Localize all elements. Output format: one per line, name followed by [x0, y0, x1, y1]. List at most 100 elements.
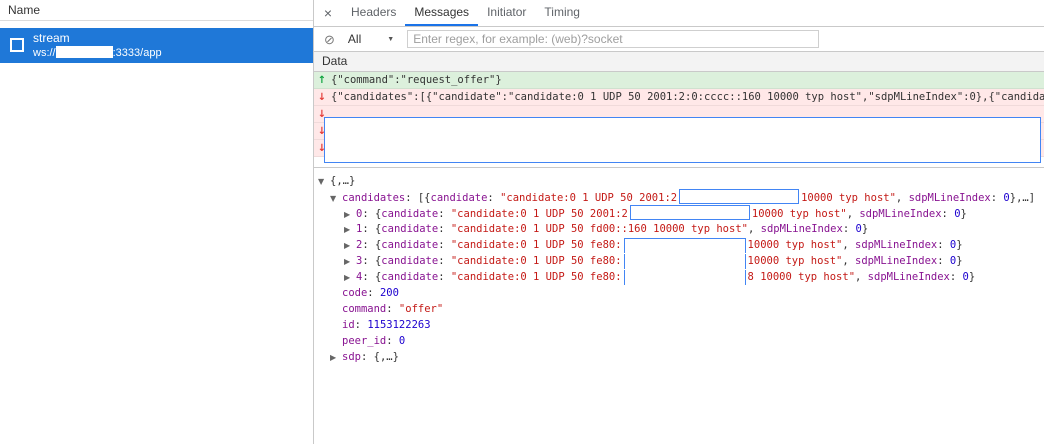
- json-punct: ,: [748, 223, 761, 235]
- json-key: sdpMLineIndex: [859, 208, 941, 220]
- json-string: 8 10000 typ host": [748, 271, 855, 283]
- json-punct: :: [950, 271, 963, 283]
- json-punct: : {: [362, 255, 381, 267]
- json-key: sdpMLineIndex: [855, 255, 937, 267]
- tree-node-candidates[interactable]: ▼candidates: [{candidate: "candidate:0 1…: [314, 189, 1044, 205]
- websocket-request-row[interactable]: stream ws:// :3333/app: [0, 28, 313, 63]
- json-punct: :: [937, 239, 950, 251]
- arrow-up-icon: ↑: [317, 75, 327, 86]
- json-key: candidate: [381, 271, 438, 283]
- json-string: 10000 typ host": [748, 239, 843, 251]
- tab-headers[interactable]: Headers: [342, 0, 405, 26]
- json-punct: :: [487, 192, 500, 204]
- json-string: "candidate:0 1 UDP 50 fe80:: [451, 255, 622, 267]
- json-key: sdpMLineIndex: [868, 271, 950, 283]
- json-punct: :: [438, 255, 451, 267]
- request-details-panel: × Headers Messages Initiator Timing ⊘ Al…: [314, 0, 1044, 444]
- json-key: id: [342, 319, 355, 331]
- message-row-sent[interactable]: ↑ {"command":"request_offer"}: [314, 72, 1044, 89]
- tree-field-peer-id: peer_id: 0: [314, 333, 1044, 349]
- close-icon[interactable]: ×: [314, 0, 342, 26]
- tab-messages[interactable]: Messages: [405, 0, 478, 26]
- json-string: "candidate:0 1 UDP 50 2001:2: [451, 208, 628, 220]
- regex-filter-input[interactable]: [407, 30, 819, 48]
- json-string: "candidate:0 1 UDP 50 fe80:: [451, 271, 622, 283]
- details-tab-bar: × Headers Messages Initiator Timing: [314, 0, 1044, 27]
- expand-arrow-icon[interactable]: ▶: [344, 254, 356, 269]
- json-punct: :: [438, 271, 451, 283]
- request-url-scheme: ws://: [33, 47, 56, 59]
- request-url: ws:// :3333/app: [33, 46, 162, 59]
- websocket-resource-icon: [10, 38, 24, 52]
- arrow-down-icon: ↓: [317, 92, 327, 103]
- tree-field-id: id: 1153122263: [314, 317, 1044, 333]
- name-column-header[interactable]: Name: [0, 0, 313, 21]
- message-filter-bar: ⊘ All ▼: [314, 27, 1044, 52]
- tree-item-3[interactable]: ▶3: {candidate: "candidate:0 1 UDP 50 fe…: [314, 253, 1044, 269]
- request-list-panel: Name stream ws:// :3333/app: [0, 0, 314, 444]
- json-number: 0: [399, 335, 405, 347]
- json-punct: :: [843, 223, 856, 235]
- message-payload: {"candidates":[{"candidate":"candidate:0…: [331, 91, 1044, 103]
- tab-timing[interactable]: Timing: [535, 0, 589, 26]
- tree-item-4[interactable]: ▶4: {candidate: "candidate:0 1 UDP 50 fe…: [314, 269, 1044, 285]
- request-url-port-path: :3333/app: [113, 47, 162, 59]
- direction-filter-dropdown[interactable]: All: [348, 32, 361, 46]
- json-punct: :: [367, 287, 380, 299]
- redaction-box: [624, 270, 746, 285]
- json-string: "candidate:0 1 UDP 50 fe80:: [451, 239, 622, 251]
- chevron-down-icon[interactable]: ▼: [387, 36, 394, 43]
- json-key: sdpMLineIndex: [855, 239, 937, 251]
- json-punct: },…]: [1010, 192, 1035, 204]
- json-punct: :: [361, 351, 374, 363]
- json-key: code: [342, 287, 367, 299]
- tab-initiator[interactable]: Initiator: [478, 0, 535, 26]
- tree-field-code: code: 200: [314, 285, 1044, 301]
- tree-root[interactable]: ▼{,…}: [314, 173, 1044, 189]
- expand-arrow-icon[interactable]: ▶: [344, 238, 356, 253]
- json-punct: ,: [855, 271, 868, 283]
- json-punct: : {: [362, 271, 381, 283]
- tree-item-2[interactable]: ▶2: {candidate: "candidate:0 1 UDP 50 fe…: [314, 237, 1044, 253]
- expand-arrow-icon[interactable]: ▼: [330, 191, 342, 205]
- expand-arrow-icon[interactable]: ▶: [344, 270, 356, 285]
- json-punct: ,: [842, 255, 855, 267]
- expand-arrow-icon[interactable]: ▶: [330, 350, 342, 365]
- redaction-box: [56, 46, 113, 58]
- json-key: sdpMLineIndex: [909, 192, 991, 204]
- json-key: command: [342, 303, 386, 315]
- message-row-received[interactable]: ↓ {"candidates":[{"candidate":"candidate…: [314, 89, 1044, 106]
- json-string: "candidate:0 1 UDP 50 2001:2: [500, 192, 677, 204]
- json-punct: }: [862, 223, 868, 235]
- json-key: peer_id: [342, 335, 386, 347]
- json-key: candidate: [431, 192, 488, 204]
- tree-node-sdp[interactable]: ▶sdp: {,…}: [314, 349, 1044, 365]
- block-icon[interactable]: ⊘: [324, 33, 335, 46]
- redaction-box: [630, 205, 750, 220]
- json-key: candidates: [342, 192, 405, 204]
- request-name: stream: [33, 31, 70, 45]
- json-string: "offer": [399, 303, 443, 315]
- tree-item-0[interactable]: ▶0: {candidate: "candidate:0 1 UDP 50 20…: [314, 205, 1044, 221]
- json-punct: : {: [362, 208, 381, 220]
- expand-arrow-icon[interactable]: ▶: [344, 207, 356, 221]
- devtools-network-panel: Name stream ws:// :3333/app × Headers Mes…: [0, 0, 1044, 444]
- json-punct: :: [438, 223, 451, 235]
- json-key: sdp: [342, 351, 361, 363]
- json-key: candidate: [381, 223, 438, 235]
- expand-arrow-icon[interactable]: ▶: [344, 222, 356, 237]
- data-column-header: Data: [314, 52, 1044, 72]
- json-string: 10000 typ host": [748, 255, 843, 267]
- json-key: candidate: [381, 255, 438, 267]
- tree-field-command: command: "offer": [314, 301, 1044, 317]
- tree-item-1[interactable]: ▶1: {candidate: "candidate:0 1 UDP 50 fd…: [314, 221, 1044, 237]
- json-punct: ,: [847, 208, 860, 220]
- json-punct: ,: [896, 192, 909, 204]
- message-payload: {"command":"request_offer"}: [331, 74, 1044, 86]
- json-punct: : [{: [405, 192, 430, 204]
- message-json-tree: ▼{,…} ▼candidates: [{candidate: "candida…: [314, 168, 1044, 365]
- json-punct: : {: [362, 239, 381, 251]
- json-punct: :: [355, 319, 368, 331]
- json-key: sdpMLineIndex: [761, 223, 843, 235]
- expand-arrow-icon[interactable]: ▼: [318, 174, 330, 189]
